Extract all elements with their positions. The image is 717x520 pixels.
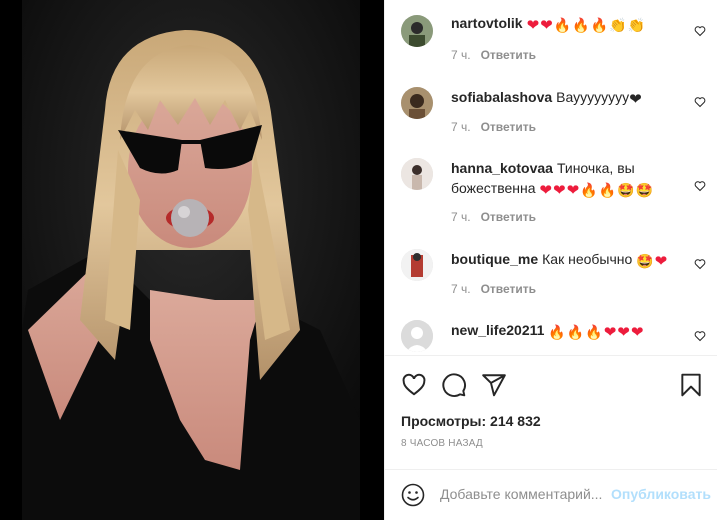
reply-button[interactable]: Ответить — [481, 48, 536, 62]
comment-username[interactable]: new_life20211 — [451, 322, 544, 338]
small-heart-icon[interactable] — [694, 25, 706, 37]
views-count: Просмотры: 214 832 — [401, 413, 541, 429]
post-side-panel: nartovtolik ❤❤🔥🔥🔥👏👏 7 ч. Ответить sofiabal… — [384, 0, 717, 520]
comment-meta: 7 ч. Ответить — [451, 210, 536, 224]
clap-emoji-icon: 👏 — [627, 17, 645, 33]
fire-emoji-icon: 🔥 — [580, 182, 598, 198]
heart-emoji-icon: ❤ — [539, 182, 552, 199]
comment-composer: Опубликовать — [385, 470, 717, 520]
comment-text: Как необычно — [542, 251, 633, 267]
clap-emoji-icon: 👏 — [609, 17, 627, 33]
comment-button[interactable] — [441, 372, 467, 398]
comment-text: Вауууууууу — [556, 89, 630, 105]
comment-time: 7 ч. — [451, 120, 471, 134]
small-heart-icon[interactable] — [694, 180, 706, 192]
save-button[interactable] — [678, 372, 704, 398]
heart-emoji-icon: ❤ — [566, 182, 580, 199]
post-media[interactable] — [0, 0, 384, 520]
post-photo — [0, 0, 384, 520]
comment-input[interactable] — [440, 482, 610, 506]
fire-emoji-icon: 🔥 — [585, 324, 603, 340]
divider — [385, 355, 717, 356]
avatar[interactable] — [401, 15, 433, 47]
comment-body: boutique_me Как необычно 🤩❤ — [451, 249, 681, 271]
star-struck-emoji-icon: 🤩 — [636, 253, 654, 269]
fire-emoji-icon: 🔥 — [572, 17, 590, 33]
comment-body: nartovtolik ❤❤🔥🔥🔥👏👏 — [451, 13, 681, 35]
avatar[interactable] — [401, 249, 433, 281]
comment-bubble-icon — [442, 373, 466, 397]
reply-button[interactable]: Ответить — [481, 120, 536, 134]
small-heart-icon[interactable] — [694, 96, 706, 108]
black-heart-emoji-icon: ❤ — [629, 91, 642, 108]
heart-outline-icon — [402, 373, 426, 396]
comment-time: 7 ч. — [451, 210, 471, 224]
fire-emoji-icon: 🔥 — [590, 17, 609, 33]
heart-emoji-icon: ❤ — [526, 17, 540, 34]
paper-plane-icon — [482, 374, 506, 397]
heart-emoji-icon: ❤ — [553, 182, 566, 199]
heart-emoji-icon: ❤ — [630, 324, 644, 341]
comment-time: 7 ч. — [451, 282, 471, 296]
heart-emoji-icon: ❤ — [603, 324, 617, 341]
heart-emoji-icon: ❤ — [654, 253, 668, 270]
fire-emoji-icon: 🔥 — [548, 324, 566, 340]
bookmark-icon — [681, 373, 701, 397]
avatar[interactable] — [401, 87, 433, 119]
comment-meta: 7 ч. Ответить — [451, 48, 536, 62]
heart-emoji-icon: ❤ — [540, 17, 553, 34]
avatar[interactable] — [401, 320, 433, 352]
comment-username[interactable]: hanna_kotovaa — [451, 160, 553, 176]
small-heart-icon[interactable] — [694, 258, 706, 270]
fire-emoji-icon: 🔥 — [553, 17, 572, 33]
heart-emoji-icon: ❤ — [617, 324, 630, 341]
post-actions — [385, 368, 717, 398]
share-button[interactable] — [481, 372, 507, 398]
comment-meta: 7 ч. Ответить — [451, 120, 536, 134]
star-struck-emoji-icon: 🤩 — [617, 182, 635, 198]
comment-meta: 7 ч. Ответить — [451, 282, 536, 296]
comment-username[interactable]: boutique_me — [451, 251, 538, 267]
fire-emoji-icon: 🔥 — [598, 182, 617, 198]
comment-body: sofiabalashova Вауууууууу❤ — [451, 87, 681, 109]
comment-body: new_life20211 🔥🔥🔥❤❤❤ — [451, 320, 681, 342]
comment-username[interactable]: nartovtolik — [451, 15, 523, 31]
reply-button[interactable]: Ответить — [481, 282, 536, 296]
comment-body: hanna_kotovaa Тиночка, вы божественна ❤❤❤… — [451, 158, 681, 200]
publish-button[interactable]: Опубликовать — [611, 486, 711, 502]
comments-list[interactable]: nartovtolik ❤❤🔥🔥🔥👏👏 7 ч. Ответить sofiabal… — [385, 0, 717, 355]
star-struck-emoji-icon: 🤩 — [635, 182, 653, 198]
comment-time: 7 ч. — [451, 48, 471, 62]
avatar[interactable] — [401, 158, 433, 190]
smiley-icon[interactable] — [401, 483, 425, 507]
post-timestamp[interactable]: 8 часов назад — [401, 438, 483, 449]
fire-emoji-icon: 🔥 — [566, 324, 585, 340]
small-heart-icon[interactable] — [694, 330, 706, 342]
like-button[interactable] — [401, 372, 427, 398]
comment-username[interactable]: sofiabalashova — [451, 89, 552, 105]
reply-button[interactable]: Ответить — [481, 210, 536, 224]
